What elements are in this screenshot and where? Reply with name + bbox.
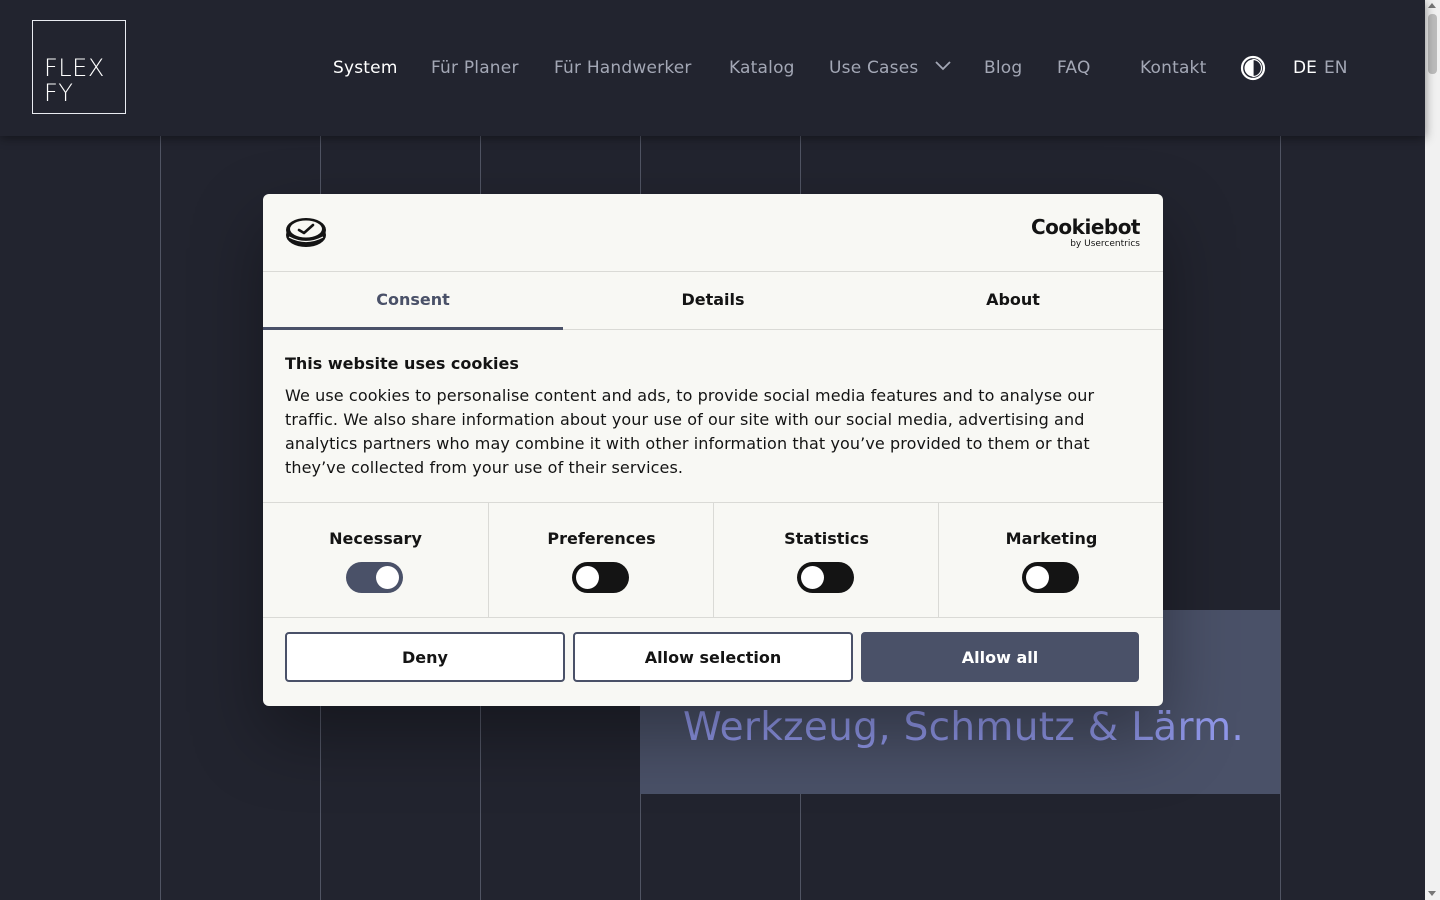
site-header: FLEX FY System Für Planer Für Handwerker… bbox=[0, 0, 1425, 136]
toggle-marketing[interactable] bbox=[1022, 562, 1079, 593]
nav-fuer-planer[interactable]: Für Planer bbox=[431, 55, 519, 81]
toggle-group-necessary: Necessary bbox=[263, 503, 488, 617]
toggle-knob bbox=[1026, 566, 1049, 589]
dialog-header: Cookiebot by Usercentrics bbox=[263, 194, 1163, 272]
toggle-knob bbox=[576, 566, 599, 589]
toggle-group-marketing: Marketing bbox=[938, 503, 1164, 617]
hero-headline: Werkzeug, Schmutz & Lärm. bbox=[683, 705, 1245, 750]
toggle-knob bbox=[376, 566, 399, 589]
toggle-preferences[interactable] bbox=[572, 562, 629, 593]
tab-consent[interactable]: Consent bbox=[263, 272, 563, 330]
site-logo[interactable]: FLEX FY bbox=[32, 20, 126, 114]
chevron-down-icon[interactable] bbox=[935, 61, 951, 71]
nav-katalog[interactable]: Katalog bbox=[729, 55, 795, 81]
logo-line-1: FLEX bbox=[44, 54, 105, 82]
lang-de[interactable]: DE bbox=[1293, 55, 1317, 81]
toggle-group-preferences: Preferences bbox=[488, 503, 714, 617]
tab-about[interactable]: About bbox=[863, 272, 1163, 329]
toggle-statistics[interactable] bbox=[797, 562, 854, 593]
toggle-label-marketing: Marketing bbox=[1005, 529, 1098, 548]
nav-system[interactable]: System bbox=[333, 55, 398, 81]
scroll-up-arrow-icon[interactable] bbox=[1428, 3, 1436, 8]
tab-details[interactable]: Details bbox=[563, 272, 863, 329]
nav-faq[interactable]: FAQ bbox=[1057, 55, 1091, 81]
logo-line-2: FY bbox=[44, 79, 74, 107]
toggle-label-necessary: Necessary bbox=[329, 529, 422, 548]
cookiebot-logo[interactable]: Cookiebot by Usercentrics bbox=[1031, 215, 1141, 249]
nav-use-cases[interactable]: Use Cases bbox=[829, 55, 918, 81]
lang-en[interactable]: EN bbox=[1324, 55, 1347, 81]
scroll-down-arrow-icon[interactable] bbox=[1428, 891, 1436, 896]
grid-line bbox=[1280, 136, 1281, 900]
toggle-group-statistics: Statistics bbox=[713, 503, 939, 617]
scrollbar-thumb[interactable] bbox=[1428, 14, 1437, 74]
nav-blog[interactable]: Blog bbox=[984, 55, 1022, 81]
toggle-knob bbox=[801, 566, 824, 589]
toggle-label-preferences: Preferences bbox=[547, 529, 656, 548]
dialog-tabs: Consent Details About bbox=[263, 272, 1163, 330]
dialog-body-text: We use cookies to personalise content an… bbox=[285, 386, 1095, 477]
contrast-icon[interactable] bbox=[1240, 55, 1266, 81]
grid-line bbox=[160, 136, 161, 900]
deny-button[interactable]: Deny bbox=[285, 632, 565, 682]
cookie-consent-dialog: Cookiebot by Usercentrics Consent Detail… bbox=[263, 194, 1163, 706]
allow-all-button[interactable]: Allow all bbox=[861, 632, 1139, 682]
cookiebot-logo-name: Cookiebot bbox=[1031, 215, 1141, 239]
cookiebot-badge-icon bbox=[286, 218, 326, 247]
nav-kontakt[interactable]: Kontakt bbox=[1140, 55, 1206, 81]
consent-toggles: Necessary Preferences Statistics Marketi… bbox=[263, 502, 1163, 618]
allow-selection-button[interactable]: Allow selection bbox=[573, 632, 853, 682]
toggle-necessary[interactable] bbox=[346, 562, 403, 593]
toggle-label-statistics: Statistics bbox=[784, 529, 869, 548]
scrollbar[interactable] bbox=[1425, 0, 1440, 900]
dialog-title: This website uses cookies bbox=[285, 354, 519, 373]
nav-fuer-handwerker[interactable]: Für Handwerker bbox=[554, 55, 692, 81]
cookiebot-logo-byline: by Usercentrics bbox=[1070, 239, 1140, 249]
